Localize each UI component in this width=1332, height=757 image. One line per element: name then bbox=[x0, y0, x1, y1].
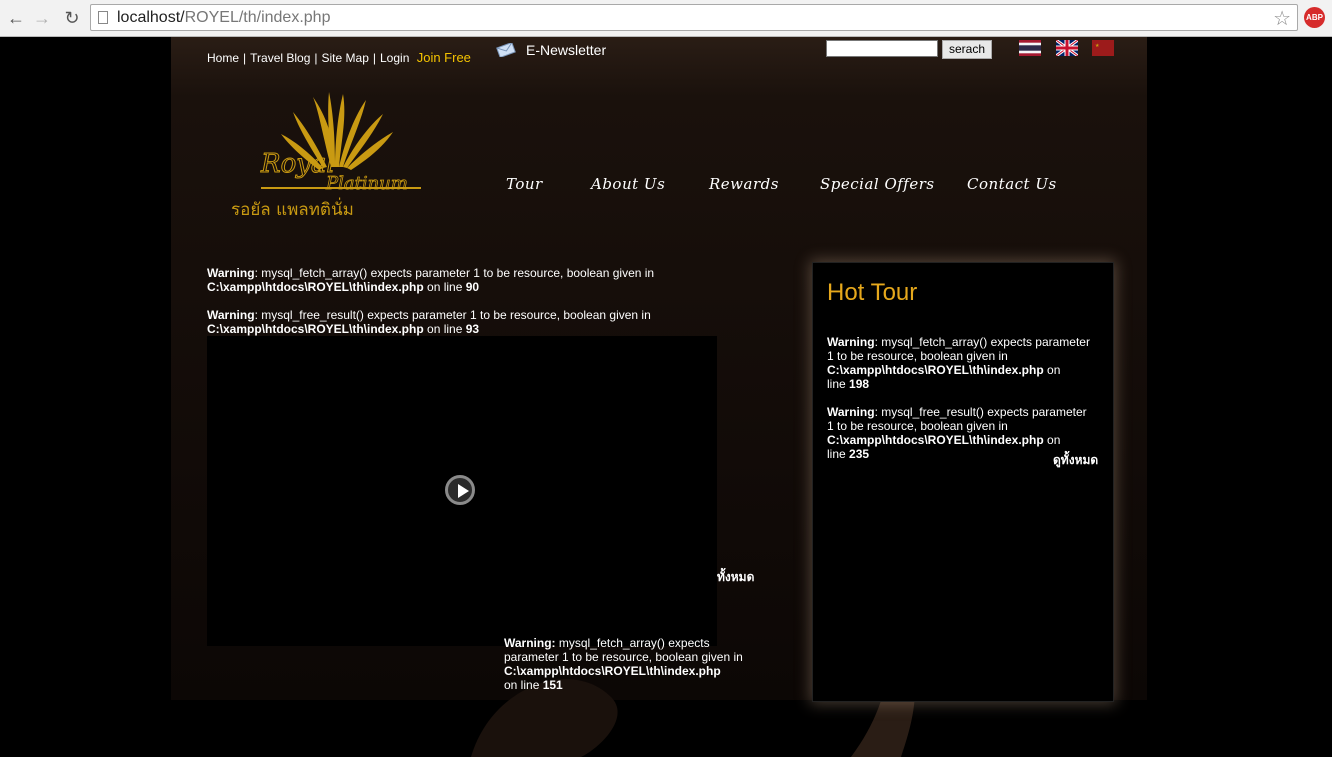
nav-tour[interactable]: Tour bbox=[506, 175, 543, 193]
search-input[interactable] bbox=[826, 40, 938, 57]
view-all-link[interactable]: ทั้งหมด bbox=[717, 568, 754, 587]
svg-text:Platinum: Platinum bbox=[325, 173, 408, 194]
top-navigation: Home | Travel Blog | Site Map | Login Join Fre… bbox=[207, 50, 471, 65]
browser-toolbar: ← → ↻ localhost/ROYEL/th/index.php ☆ ABP bbox=[0, 0, 1332, 37]
php-warning-fetch: Warning: mysql_fetch_array() expects par… bbox=[207, 266, 655, 294]
adblock-icon[interactable]: ABP bbox=[1304, 7, 1325, 28]
thai-flag-icon[interactable] bbox=[1019, 40, 1041, 56]
hot-tour-title: Hot Tour bbox=[827, 279, 918, 306]
hot-tour-view-all-link[interactable]: ดูทั้งหมด bbox=[1053, 451, 1098, 470]
forward-arrow-icon[interactable]: → bbox=[30, 6, 54, 30]
php-warning-fetch-2: Warning: mysql_fetch_array() expects par… bbox=[504, 636, 743, 692]
nav-rewards[interactable]: Rewards bbox=[709, 175, 779, 193]
bookmark-star-icon[interactable]: ☆ bbox=[1273, 6, 1291, 31]
hot-tour-warning-fetch: Warning: mysql_fetch_array() expects par… bbox=[827, 335, 1090, 391]
search-button[interactable]: serach bbox=[942, 40, 992, 59]
uk-flag-icon[interactable] bbox=[1056, 40, 1078, 56]
play-icon[interactable] bbox=[445, 475, 475, 505]
svg-text:★: ★ bbox=[1095, 43, 1100, 49]
nav-special-offers[interactable]: Special Offers bbox=[820, 175, 935, 193]
e-newsletter-link[interactable]: E-Newsletter bbox=[496, 42, 606, 58]
envelope-icon bbox=[496, 43, 516, 57]
royal-platinum-logo[interactable]: Royal Platinum รอยัล แพลทตินั่ม bbox=[231, 92, 431, 220]
login-link[interactable]: Login bbox=[380, 51, 409, 65]
svg-text:รอยัล แพลทตินั่ม: รอยัล แพลทตินั่ม bbox=[231, 197, 354, 220]
nav-about-us[interactable]: About Us bbox=[591, 175, 665, 193]
hot-tour-panel: Hot Tour Warning: mysql_fetch_array() ex… bbox=[812, 262, 1114, 702]
travel-blog-link[interactable]: Travel Blog bbox=[250, 51, 310, 65]
china-flag-icon[interactable]: ★ bbox=[1092, 40, 1114, 56]
back-arrow-icon[interactable]: ← bbox=[4, 6, 28, 30]
home-link[interactable]: Home bbox=[207, 51, 239, 65]
page-margin bbox=[1147, 37, 1332, 700]
url-text: localhost/ROYEL/th/index.php bbox=[117, 9, 331, 26]
reload-icon[interactable]: ↻ bbox=[60, 6, 84, 30]
join-free-link[interactable]: Join Free bbox=[417, 50, 471, 65]
svg-text:Royal: Royal bbox=[260, 149, 335, 179]
site-container: Home | Travel Blog | Site Map | Login Join Fre… bbox=[171, 37, 1147, 757]
address-bar[interactable]: localhost/ROYEL/th/index.php ☆ bbox=[90, 4, 1298, 31]
nav-contact-us[interactable]: Contact Us bbox=[967, 175, 1057, 193]
site-map-link[interactable]: Site Map bbox=[322, 51, 369, 65]
page-icon bbox=[98, 11, 108, 24]
php-warning-free: Warning: mysql_free_result() expects par… bbox=[207, 308, 651, 336]
